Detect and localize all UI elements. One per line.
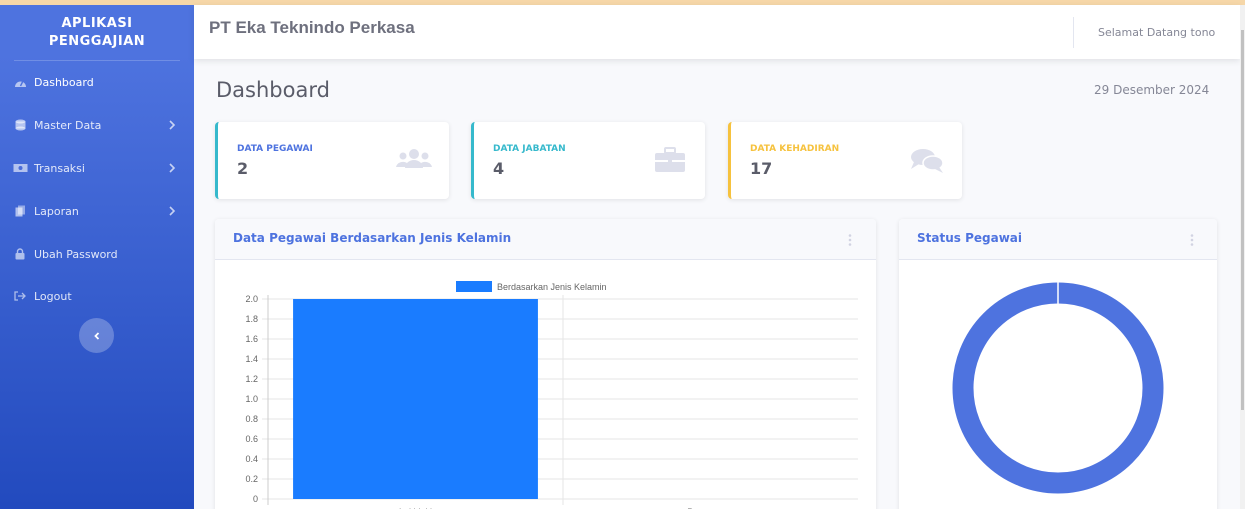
brand-line2: PENGGAJIAN [48,33,146,49]
briefcase-icon [655,147,685,172]
card-value: 17 [750,159,773,178]
y-tick-label: 1.6 [245,334,258,344]
ellipsis-vertical-icon[interactable] [847,233,853,247]
legend-swatch [456,281,492,292]
user-welcome-dropdown[interactable]: Selamat Datang tono [1098,26,1215,39]
doughnut-slice [952,282,1164,494]
sidebar-item-label: Transaksi [34,161,85,175]
logout-icon [12,288,28,304]
card-label: DATA JABATAN [493,144,566,154]
status-doughnut-chart [952,282,1164,494]
panel-status-chart: Status Pegawai [899,219,1217,509]
copy-icon [12,203,28,219]
comments-icon [911,149,944,173]
card-data-pegawai[interactable]: DATA PEGAWAI 2 [215,122,449,199]
money-icon [12,160,28,176]
chevron-left-icon [93,331,99,340]
card-data-jabatan[interactable]: DATA JABATAN 4 [471,122,705,199]
sidebar-item-transaksi[interactable]: Transaksi [0,153,194,183]
chevron-right-icon [169,120,176,130]
brand-line1: APLIKASI [61,15,133,31]
y-tick-label: 0.8 [245,414,258,424]
panel-title: Data Pegawai Berdasarkan Jenis Kelamin [233,231,512,245]
sidebar-toggle-button[interactable] [79,318,114,353]
sidebar: APLIKASI PENGGAJIAN Dashboard Master Dat… [0,5,194,509]
card-label: DATA PEGAWAI [237,144,313,154]
y-tick-label: 0.2 [245,474,258,484]
sidebar-item-label: Ubah Password [34,247,118,261]
sidebar-item-label: Master Data [34,118,102,132]
lock-icon [12,246,28,262]
legend-label: Berdasarkan Jenis Kelamin [497,282,607,292]
y-tick-label: 1.0 [245,394,258,404]
panel-header: Status Pegawai [899,219,1217,260]
database-icon [12,117,28,133]
sidebar-item-label: Laporan [34,204,79,218]
y-tick-label: 2.0 [245,294,258,304]
sidebar-item-laporan[interactable]: Laporan [0,196,194,226]
sidebar-item-label: Dashboard [34,75,94,89]
card-label: DATA KEHADIRAN [750,144,840,154]
sidebar-divider [14,60,180,61]
gender-bar-chart: 2.01.81.61.41.21.00.80.60.40.20Laki-laki… [245,281,858,509]
y-tick-label: 0 [253,494,258,504]
card-value: 2 [237,159,249,178]
chevron-right-icon [169,206,176,216]
topbar-divider [1073,17,1074,48]
card-data-kehadiran[interactable]: DATA KEHADIRAN 17 [728,122,962,199]
sidebar-item-dashboard[interactable]: Dashboard [0,67,194,97]
sidebar-item-logout[interactable]: Logout [0,281,194,311]
dashboard-icon [12,74,28,90]
panel-header: Data Pegawai Berdasarkan Jenis Kelamin [215,219,876,260]
y-tick-label: 0.6 [245,434,258,444]
y-tick-label: 0.4 [245,454,258,464]
ellipsis-vertical-icon[interactable] [1189,233,1195,247]
sidebar-item-label: Logout [34,289,72,303]
sidebar-item-ubah-password[interactable]: Ubah Password [0,239,194,269]
topbar: PT Eka Teknindo Perkasa Selamat Datang t… [194,5,1240,59]
page-title: Dashboard [216,78,330,102]
sidebar-item-master-data[interactable]: Master Data [0,110,194,140]
users-icon [396,149,432,168]
chevron-right-icon [169,163,176,173]
card-value: 4 [493,159,505,178]
sidebar-brand[interactable]: APLIKASI PENGGAJIAN [0,5,194,60]
scrollbar-thumb[interactable] [1241,30,1244,410]
company-name: PT Eka Teknindo Perkasa [209,18,415,37]
page-date: 29 Desember 2024 [1094,83,1210,97]
y-tick-label: 1.2 [245,374,258,384]
panel-title: Status Pegawai [917,231,1022,245]
y-tick-label: 1.4 [245,354,258,364]
y-tick-label: 1.8 [245,314,258,324]
bar [293,299,538,499]
panel-gender-chart: Data Pegawai Berdasarkan Jenis Kelamin 2… [215,219,876,509]
